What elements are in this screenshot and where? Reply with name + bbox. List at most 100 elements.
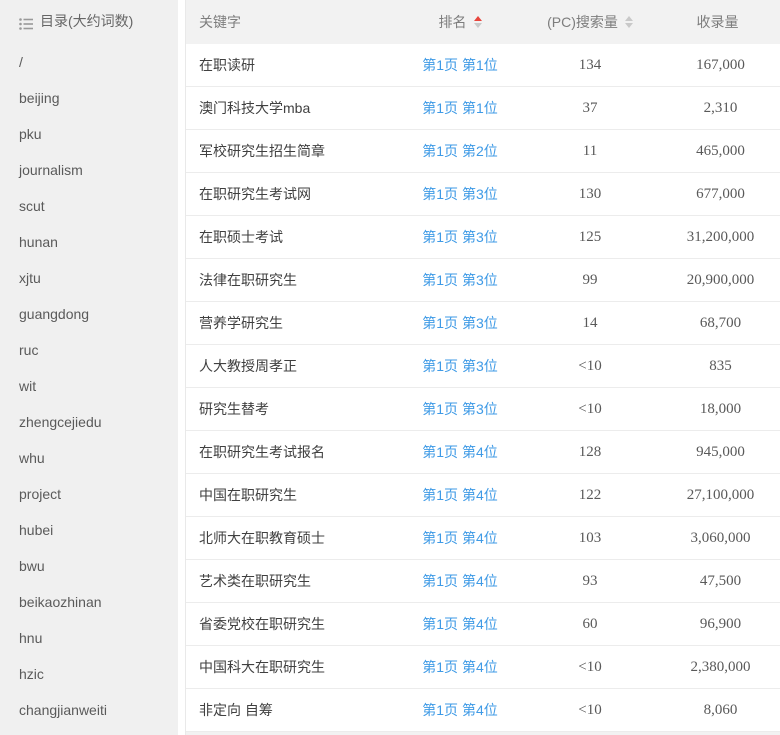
sidebar-item[interactable]: xjtu xyxy=(19,260,178,296)
sidebar-item[interactable]: changjianweiti xyxy=(19,692,178,728)
rank-link[interactable]: 第1页 第3位 xyxy=(422,229,497,245)
keyword-cell: 艺术类在职研究生 xyxy=(186,571,395,591)
keyword-cell: 人大教授周孝正 xyxy=(186,356,395,376)
rank-link[interactable]: 第1页 第4位 xyxy=(422,573,497,589)
list-icon xyxy=(19,15,33,27)
table-row: 在职研究生考试报名 第1页 第4位 128945,000 xyxy=(186,431,780,474)
keyword-cell: 中国科大在职研究生 xyxy=(186,657,395,677)
sidebar-item[interactable]: bwu xyxy=(19,548,178,584)
sort-asc-icon[interactable] xyxy=(474,16,482,21)
sidebar-item[interactable]: beijing xyxy=(19,80,178,116)
rank-link[interactable]: 第1页 第3位 xyxy=(422,401,497,417)
column-label: (PC)搜索量 xyxy=(547,12,618,32)
column-header-search-volume[interactable]: (PC)搜索量 xyxy=(525,12,655,32)
search-volume-cell: 134 xyxy=(525,57,655,74)
rank-link[interactable]: 第1页 第4位 xyxy=(422,702,497,718)
sidebar-item[interactable]: beikaozhinan xyxy=(19,584,178,620)
rank-link[interactable]: 第1页 第3位 xyxy=(422,186,497,202)
rank-cell: 第1页 第4位 xyxy=(395,571,525,591)
sidebar-item[interactable]: journalism xyxy=(19,152,178,188)
rank-link[interactable]: 第1页 第4位 xyxy=(422,487,497,503)
search-volume-cell: 37 xyxy=(525,100,655,117)
sidebar-item[interactable]: scut xyxy=(19,188,178,224)
search-volume-cell: <10 xyxy=(525,401,655,418)
index-volume-cell: 945,000 xyxy=(655,444,780,461)
column-label: 关键字 xyxy=(199,12,241,32)
sidebar-item[interactable]: hnu xyxy=(19,620,178,656)
rank-cell: 第1页 第3位 xyxy=(395,270,525,290)
index-volume-cell: 18,000 xyxy=(655,401,780,418)
keyword-cell: 省委党校在职研究生 xyxy=(186,614,395,634)
keyword-cell: 北师大在职教育硕士 xyxy=(186,528,395,548)
rank-link[interactable]: 第1页 第4位 xyxy=(422,444,497,460)
search-volume-cell: 130 xyxy=(525,186,655,203)
column-label: 排名 xyxy=(439,12,467,32)
column-header-keyword: 关键字 xyxy=(186,12,395,32)
table-row: 在职硕士考试第1页 第3位12531,200,000 xyxy=(186,216,780,259)
search-volume-cell: 99 xyxy=(525,272,655,289)
keyword-cell: 营养学研究生 xyxy=(186,313,395,333)
search-volume-cell: 122 xyxy=(525,487,655,504)
search-volume-cell: 125 xyxy=(525,229,655,246)
table-row: 澳门科技大学mba第1页 第1位372,310 xyxy=(186,87,780,130)
sidebar-item[interactable]: hzic xyxy=(19,656,178,692)
index-volume-cell: 96,900 xyxy=(655,616,780,633)
sidebar-item[interactable]: zhengcejiedu xyxy=(19,404,178,440)
search-volume-cell: <10 xyxy=(525,702,655,719)
search-volume-cell: 128 xyxy=(525,444,655,461)
table-row: 北师大在职教育硕士 第1页 第4位 1033,060,000 xyxy=(186,517,780,560)
rank-cell: 第1页 第3位 xyxy=(395,184,525,204)
sort-asc-icon[interactable] xyxy=(625,16,633,21)
rank-link[interactable]: 第1页 第4位 xyxy=(422,616,497,632)
rank-link[interactable]: 第1页 第1位 xyxy=(422,57,497,73)
rank-cell: 第1页 第4位 xyxy=(395,528,525,548)
rank-link[interactable]: 第1页 第3位 xyxy=(422,315,497,331)
table-row: 营养学研究生第1页 第3位1468,700 xyxy=(186,302,780,345)
index-volume-cell: 167,000 xyxy=(655,57,780,74)
rank-cell: 第1页 第1位 xyxy=(395,98,525,118)
search-volume-cell: 103 xyxy=(525,530,655,547)
sidebar-item[interactable]: project xyxy=(19,476,178,512)
sort-icons[interactable] xyxy=(474,16,482,28)
rank-link[interactable]: 第1页 第3位 xyxy=(422,358,497,374)
sidebar-item[interactable]: ruc xyxy=(19,332,178,368)
search-volume-cell: 93 xyxy=(525,573,655,590)
sort-desc-icon[interactable] xyxy=(625,23,633,28)
search-volume-cell: 14 xyxy=(525,315,655,332)
rank-link[interactable]: 第1页 第4位 xyxy=(422,530,497,546)
sidebar-item[interactable]: guangdong xyxy=(19,296,178,332)
sidebar-item[interactable]: pku xyxy=(19,116,178,152)
sidebar-item[interactable]: hunan xyxy=(19,224,178,260)
sort-icons[interactable] xyxy=(625,16,633,28)
rank-cell: 第1页 第4位 xyxy=(395,442,525,462)
table-row: 省委党校在职研究生第1页 第4位6096,900 xyxy=(186,603,780,646)
sort-desc-icon[interactable] xyxy=(474,23,482,28)
keyword-cell: 军校研究生招生简章 xyxy=(186,141,395,161)
sidebar-item[interactable]: wit xyxy=(19,368,178,404)
table-row: 研究生替考第1页 第3位<1018,000 xyxy=(186,388,780,431)
index-volume-cell: 3,060,000 xyxy=(655,530,780,547)
sidebar-header: 目录(大约词数) xyxy=(0,0,178,31)
rank-cell: 第1页 第3位 xyxy=(395,399,525,419)
index-volume-cell: 835 xyxy=(655,358,780,375)
rank-cell: 第1页 第4位 xyxy=(395,700,525,720)
sidebar-item[interactable]: whu xyxy=(19,440,178,476)
table-header: 关键字 排名 (PC)搜索量 收录量 xyxy=(186,0,780,44)
index-volume-cell: 465,000 xyxy=(655,143,780,160)
table-row: 在职研究生考试网第1页 第3位130677,000 xyxy=(186,173,780,216)
column-header-rank[interactable]: 排名 xyxy=(395,12,525,32)
rank-link[interactable]: 第1页 第4位 xyxy=(422,659,497,675)
table-row: 中国科大在职研究生第1页 第4位<102,380,000 xyxy=(186,646,780,689)
rank-cell: 第1页 第3位 xyxy=(395,356,525,376)
sidebar-item[interactable]: hubei xyxy=(19,512,178,548)
rank-cell: 第1页 第3位 xyxy=(395,313,525,333)
rank-link[interactable]: 第1页 第3位 xyxy=(422,272,497,288)
table-row: 在职读研第1页 第1位134167,000 xyxy=(186,44,780,87)
keyword-cell: 在职研究生考试报名 xyxy=(186,442,395,462)
keyword-cell: 中国在职研究生 xyxy=(186,485,395,505)
table-row: 艺术类在职研究生第1页 第4位9347,500 xyxy=(186,560,780,603)
sidebar-item[interactable]: / xyxy=(19,44,178,80)
rank-link[interactable]: 第1页 第2位 xyxy=(422,143,497,159)
table-row: 中国在职研究生第1页 第4位12227,100,000 xyxy=(186,474,780,517)
rank-link[interactable]: 第1页 第1位 xyxy=(422,100,497,116)
